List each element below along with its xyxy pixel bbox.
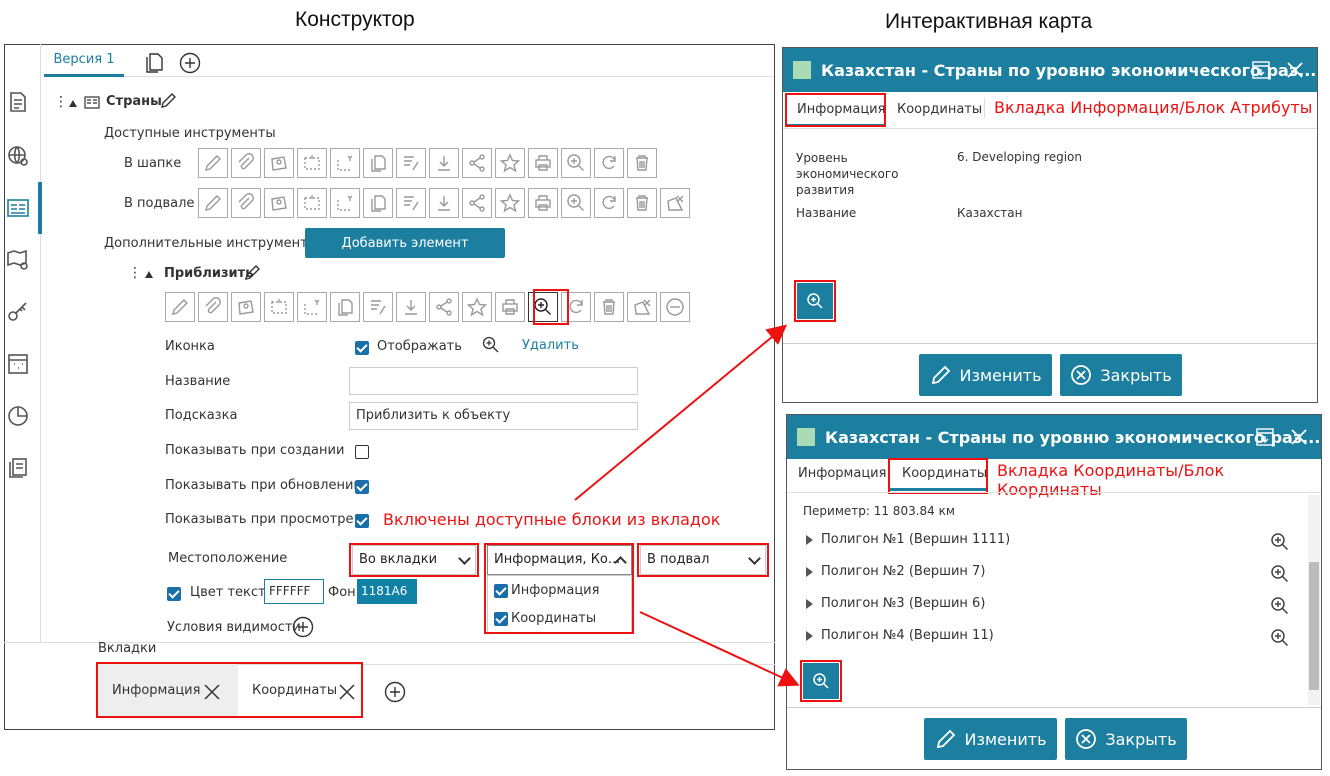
arrow-to-info-popup bbox=[574, 324, 788, 501]
arrow-to-coords-popup bbox=[639, 611, 800, 687]
annotation-arrows bbox=[574, 324, 800, 687]
